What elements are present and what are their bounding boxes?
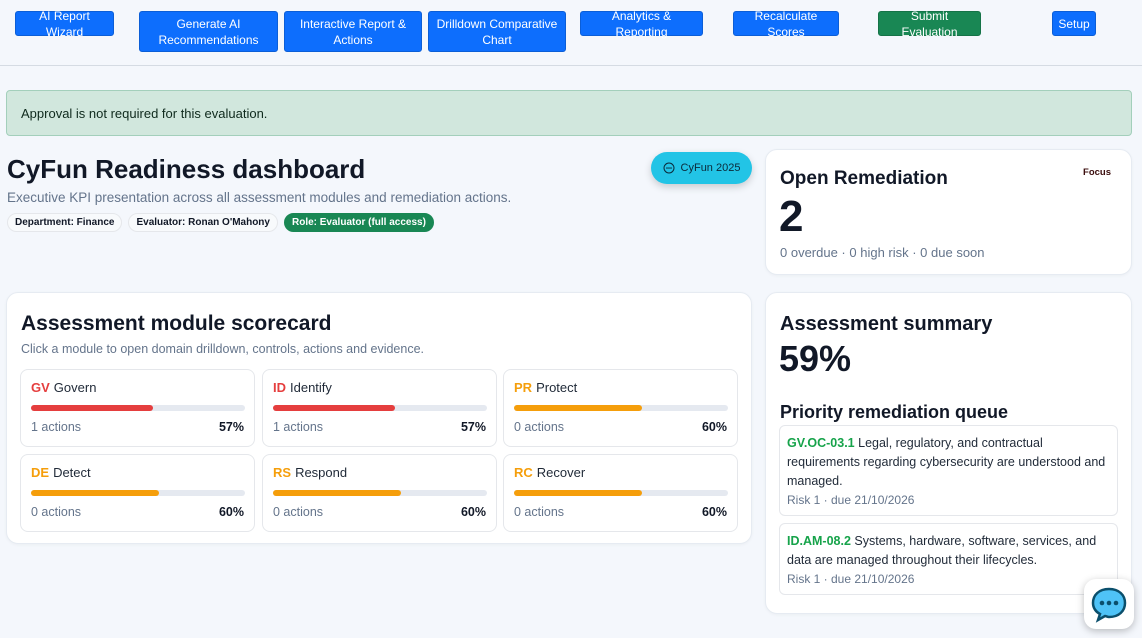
page-title: CyFun Readiness dashboard [7, 154, 366, 184]
focus-label: Focus [1083, 167, 1111, 178]
setup-button[interactable]: Setup [1052, 11, 1096, 36]
module-percentage: 60% [701, 420, 727, 434]
module-heading: GV Govern [31, 380, 96, 395]
module-name: Recover [536, 465, 586, 480]
context-chips: Department: Finance Evaluator: Ronan O'M… [7, 213, 434, 232]
module-heading: DE Detect [31, 465, 91, 480]
module-heading: PR Protect [514, 380, 577, 395]
module-name: Protect [536, 380, 578, 395]
module-progress-fill [514, 490, 643, 496]
submit-evaluation-button[interactable]: Submit Evaluation [878, 9, 981, 39]
queue-item[interactable]: ID.AM-08.2 Systems, hardware, software, … [779, 523, 1118, 595]
module-progress-track [514, 405, 728, 411]
module-code: PR [514, 380, 533, 395]
evaluator-chip: Evaluator: Ronan O'Mahony [128, 213, 278, 232]
summary-percentage: 59% [779, 338, 852, 379]
module-tile-detect[interactable]: DE Detect 0 actions 60% [20, 454, 255, 532]
module-tile-govern[interactable]: GV Govern 1 actions 57% [20, 369, 255, 447]
generate-ai-recommendations-button[interactable]: Generate AI Recommendations [139, 11, 278, 52]
open-remediation-card: Open Remediation Focus 2 0 overdue · 0 h… [765, 149, 1132, 275]
analytics-reporting-button[interactable]: Analytics & Reporting [580, 9, 703, 39]
module-actions-count: 0 actions [514, 420, 565, 434]
drilldown-chart-button[interactable]: Drilldown Comparative Chart [428, 11, 566, 52]
module-tile-protect[interactable]: PR Protect 0 actions 60% [503, 369, 738, 447]
module-tile-identify[interactable]: ID Identify 1 actions 57% [262, 369, 497, 447]
framework-pill-label: CyFun 2025 [680, 162, 741, 174]
scorecard-subtitle: Click a module to open domain drilldown,… [21, 342, 425, 356]
department-chip: Department: Finance [7, 213, 123, 232]
module-heading: ID Identify [273, 380, 332, 395]
module-progress-track [273, 405, 487, 411]
module-name: Govern [53, 380, 97, 395]
module-code: RC [514, 465, 533, 480]
chat-bubble-icon [663, 162, 675, 174]
module-actions-count: 0 actions [31, 505, 82, 519]
toolbar: AI Report Wizard Generate AI Recommendat… [0, 0, 1142, 66]
module-code: DE [31, 465, 50, 480]
ai-report-wizard-button[interactable]: AI Report Wizard [15, 9, 114, 39]
module-progress-track [273, 490, 487, 496]
recalculate-scores-button[interactable]: Recalculate Scores [733, 9, 839, 39]
chat-assistant-button[interactable] [1084, 579, 1134, 629]
module-tile-respond[interactable]: RS Respond 0 actions 60% [262, 454, 497, 532]
module-progress-fill [273, 490, 402, 496]
queue-title: Priority remediation queue [780, 402, 1009, 422]
assessment-summary-card: Assessment summary 59% Priority remediat… [765, 292, 1132, 614]
interactive-report-button[interactable]: Interactive Report & Actions [284, 11, 422, 52]
module-heading: RS Respond [273, 465, 347, 480]
module-progress-track [514, 490, 728, 496]
queue-item-code: ID.AM-08.2 [787, 534, 851, 548]
alert-text: Approval is not required for this evalua… [21, 105, 268, 121]
module-code: RS [273, 465, 292, 480]
framework-pill[interactable]: CyFun 2025 [651, 152, 752, 184]
module-progress-track [31, 490, 245, 496]
module-code: ID [273, 380, 286, 395]
queue-item-meta: Risk 1 · due 21/10/2026 [787, 493, 915, 507]
module-code: GV [31, 380, 50, 395]
open-remediation-title: Open Remediation [780, 168, 948, 189]
open-remediation-meta: 0 overdue · 0 high risk · 0 due soon [780, 245, 985, 260]
open-remediation-count: 2 [779, 192, 804, 241]
module-percentage: 60% [701, 505, 727, 519]
queue-item-code: GV.OC-03.1 [787, 436, 855, 450]
module-name: Respond [295, 465, 348, 480]
module-progress-fill [514, 405, 643, 411]
scorecard-title: Assessment module scorecard [21, 312, 332, 335]
module-percentage: 60% [218, 505, 244, 519]
chat-bubble-icon [1091, 587, 1127, 623]
page-subtitle: Executive KPI presentation across all as… [7, 190, 512, 205]
module-percentage: 60% [460, 505, 486, 519]
module-progress-track [31, 405, 245, 411]
queue-item-meta: Risk 1 · due 21/10/2026 [787, 572, 915, 586]
module-tile-recover[interactable]: RC Recover 0 actions 60% [503, 454, 738, 532]
summary-title: Assessment summary [780, 313, 993, 335]
queue-item[interactable]: GV.OC-03.1 Legal, regulatory, and contra… [779, 425, 1118, 516]
module-actions-count: 0 actions [514, 505, 565, 519]
module-name: Detect [53, 465, 91, 480]
module-actions-count: 0 actions [273, 505, 324, 519]
module-scorecard: Assessment module scorecard Click a modu… [6, 292, 752, 544]
module-actions-count: 1 actions [273, 420, 324, 434]
module-heading: RC Recover [514, 465, 585, 480]
module-progress-fill [273, 405, 395, 411]
role-chip: Role: Evaluator (full access) [283, 213, 434, 232]
module-progress-fill [31, 490, 160, 496]
module-progress-fill [31, 405, 153, 411]
module-actions-count: 1 actions [31, 420, 82, 434]
module-percentage: 57% [218, 420, 244, 434]
module-name: Identify [290, 380, 332, 395]
module-percentage: 57% [460, 420, 486, 434]
approval-alert: Approval is not required for this evalua… [6, 90, 1132, 136]
